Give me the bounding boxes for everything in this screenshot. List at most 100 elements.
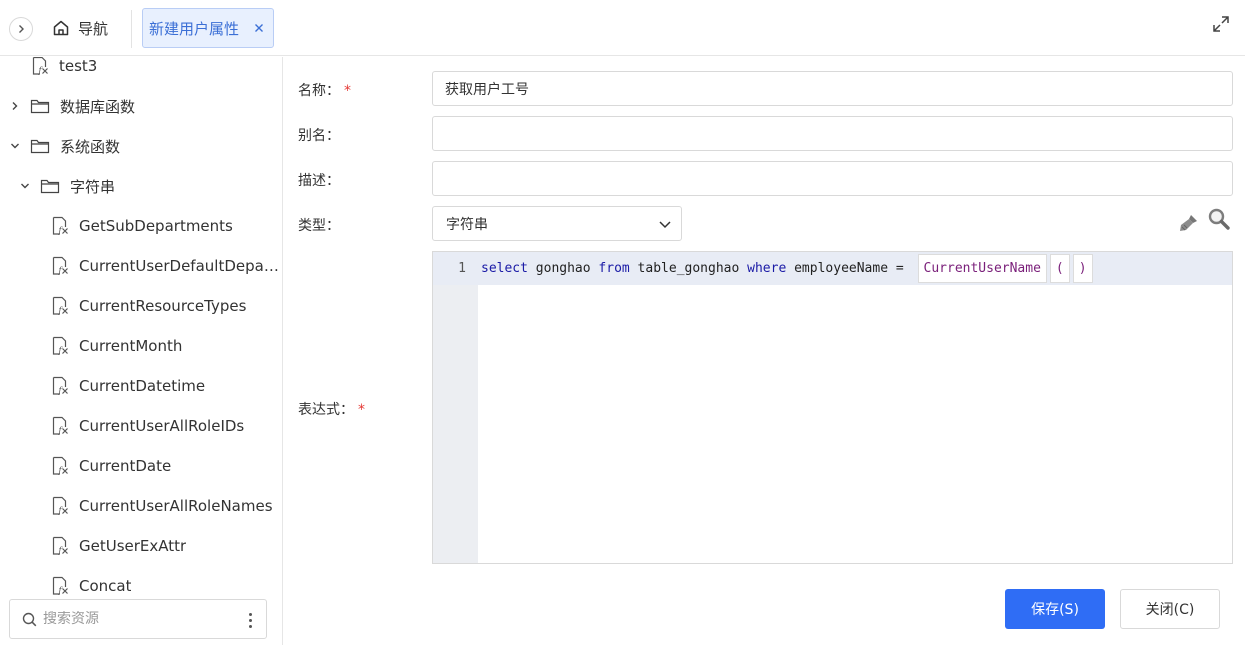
tree-folder[interactable]: 系统函数 — [0, 126, 282, 166]
code-line[interactable]: select gonghao from table_gonghao where … — [481, 252, 1093, 285]
function-file-icon: f — [30, 57, 50, 76]
top-divider — [131, 10, 132, 48]
type-select[interactable]: 字符串 — [432, 206, 682, 241]
sql-text: table_gonghao — [629, 261, 748, 276]
type-select-value: 字符串 — [446, 216, 488, 233]
tree-item-label: CurrentMonth — [79, 337, 183, 355]
tree-function-item[interactable]: f CurrentDatetime — [0, 366, 282, 406]
function-file-icon: f — [50, 576, 70, 596]
function-file-icon: f — [50, 336, 70, 356]
tree-item-label: CurrentUserAllRoleNames — [79, 497, 273, 515]
tree-function-item[interactable]: f GetSubDepartments — [0, 206, 282, 246]
fullscreen-button[interactable] — [1211, 14, 1231, 34]
tree-item-label: 系统函数 — [60, 137, 121, 156]
tree-function-item[interactable]: f CurrentUserAllRoleIDs — [0, 406, 282, 446]
sql-text: gonghao — [527, 261, 599, 276]
svg-text:f: f — [58, 466, 64, 475]
folder-icon — [30, 98, 50, 114]
folder-icon — [30, 138, 50, 154]
tree-function-item[interactable]: f CurrentDate — [0, 446, 282, 486]
type-label: 类型： — [298, 218, 340, 234]
svg-text:f: f — [38, 66, 44, 75]
close-button[interactable]: 关闭(C) — [1120, 589, 1220, 629]
sql-keyword: where — [747, 261, 787, 276]
tree-folder[interactable]: 字符串 — [0, 166, 282, 206]
tree-item-label: CurrentUserAllRoleIDs — [79, 417, 245, 435]
tree-function-item[interactable]: f CurrentMonth — [0, 326, 282, 366]
svg-text:f: f — [58, 386, 64, 395]
expand-icon — [1213, 16, 1229, 32]
function-file-icon: f — [50, 456, 70, 476]
function-file-icon: f — [50, 296, 70, 316]
svg-text:f: f — [58, 586, 64, 595]
tree-item-label: 数据库函数 — [60, 97, 136, 116]
description-input[interactable] — [432, 161, 1233, 196]
nav-home-link[interactable]: 导航 — [52, 16, 108, 40]
svg-text:f: f — [58, 346, 64, 355]
svg-text:f: f — [58, 426, 64, 435]
required-mark: * — [344, 83, 351, 99]
tree-item-label: CurrentDatetime — [79, 377, 206, 395]
folder-icon — [40, 178, 60, 194]
sql-keyword: from — [598, 261, 630, 276]
tree-function-item[interactable]: f CurrentUserAllRoleNames — [0, 486, 282, 526]
search-icon — [22, 612, 37, 626]
tab-label: 新建用户属性 — [149, 19, 240, 38]
nav-home-label: 导航 — [78, 19, 109, 38]
home-icon — [53, 20, 69, 36]
chevron-down-icon — [659, 221, 671, 229]
alias-label: 别名： — [298, 128, 340, 144]
expression-editor[interactable]: 1 select gonghao from table_gonghao wher… — [432, 251, 1233, 564]
brush-icon[interactable] — [1177, 211, 1201, 235]
tree-function-item[interactable]: f CurrentResourceTypes — [0, 286, 282, 326]
chevron-right-icon — [19, 25, 24, 33]
function-file-icon: f — [50, 376, 70, 396]
svg-text:f: f — [58, 266, 64, 275]
alias-input[interactable] — [432, 116, 1233, 151]
svg-text:f: f — [58, 546, 64, 555]
name-input[interactable] — [432, 71, 1233, 106]
tree-function-item[interactable]: f test3 — [0, 57, 282, 86]
description-label: 描述： — [298, 173, 340, 189]
paren-open-token[interactable]: ( — [1049, 254, 1070, 283]
sql-text: employeeName = — [786, 261, 912, 276]
tree-item-label: GetUserExAttr — [79, 537, 187, 555]
tree-item-label: CurrentUserDefaultDepar... — [79, 257, 279, 275]
function-file-icon: f — [50, 256, 70, 276]
resource-sidebar: f test3 数据库函数系统函数字符串 f GetSubDepartments f Cur… — [0, 57, 283, 645]
tree-item-label: CurrentResourceTypes — [79, 297, 247, 315]
search-input[interactable] — [43, 611, 233, 627]
svg-text:f: f — [58, 226, 64, 235]
tree-item-label: Concat — [79, 577, 132, 595]
name-label: 名称： * — [298, 83, 351, 99]
tree-function-item[interactable]: f CurrentUserDefaultDepar... — [0, 246, 282, 286]
magnify-icon[interactable] — [1207, 207, 1231, 231]
save-button[interactable]: 保存(S) — [1005, 589, 1105, 629]
required-mark: * — [358, 402, 365, 418]
expression-label: 表达式： * — [298, 402, 365, 418]
resource-search — [9, 599, 267, 639]
tree-function-item[interactable]: f GetUserExAttr — [0, 526, 282, 566]
tab-close-button[interactable] — [252, 21, 266, 35]
chevron-right-icon[interactable] — [8, 99, 22, 113]
tree-item-label: CurrentDate — [79, 457, 172, 475]
function-token[interactable]: CurrentUserName — [917, 254, 1047, 283]
close-icon — [255, 24, 263, 32]
tree-folder[interactable]: 数据库函数 — [0, 86, 282, 126]
paren-close-token[interactable]: ) — [1072, 254, 1093, 283]
more-vertical-icon[interactable] — [242, 610, 258, 630]
tree-item-label: GetSubDepartments — [79, 217, 233, 235]
tree-item-label: test3 — [59, 57, 98, 75]
svg-text:f: f — [58, 506, 64, 515]
function-file-icon: f — [50, 416, 70, 436]
chevron-down-icon[interactable] — [18, 179, 32, 193]
function-file-icon: f — [50, 536, 70, 556]
line-number: 1 — [458, 261, 466, 276]
editor-gutter — [433, 252, 478, 563]
function-file-icon: f — [50, 496, 70, 516]
chevron-down-icon[interactable] — [8, 139, 22, 153]
sql-keyword: select — [481, 261, 528, 276]
top-bar: 导航 新建用户属性 — [0, 0, 1245, 56]
sidebar-collapse-button[interactable] — [9, 17, 33, 41]
tab-new-user-attribute[interactable]: 新建用户属性 — [142, 8, 274, 48]
